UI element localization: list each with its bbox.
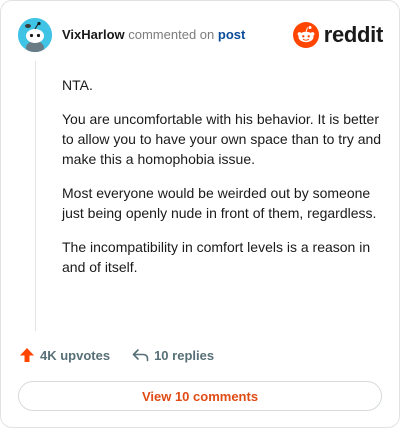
comment-actions: 4K upvotes 10 replies [19, 345, 214, 365]
reply-arrow-icon [132, 349, 149, 362]
reddit-logo[interactable]: reddit [292, 21, 384, 49]
comment-meta: VixHarlow commented on post [62, 27, 245, 43]
replies-button[interactable]: 10 replies [132, 348, 214, 363]
comment-paragraph: NTA. [62, 77, 93, 93]
replies-count: 10 replies [154, 347, 215, 363]
upvote-arrow-icon [20, 348, 34, 362]
comment-paragraph: Most everyone would be weirded out by so… [62, 185, 377, 221]
action-text: commented on [128, 27, 215, 42]
comment-header: VixHarlow commented on post reddit [18, 18, 383, 52]
snoo-avatar-icon [18, 18, 52, 52]
upvote-count: 4K upvotes [40, 347, 111, 363]
comment-body: NTA. You are uncomfortable with his beha… [62, 75, 382, 291]
reddit-snoo-icon [292, 22, 319, 48]
thread-line [35, 61, 36, 331]
logo-text: reddit [323, 22, 384, 47]
user-avatar[interactable] [18, 18, 52, 52]
comment-card: VixHarlow commented on post reddit NTA. … [0, 0, 400, 428]
comment-paragraph: The incompatibility in comfort levels is… [62, 239, 371, 275]
comment-paragraph: You are uncomfortable with his behavior.… [62, 111, 382, 167]
view-comments-button[interactable]: View 10 comments [18, 381, 382, 411]
post-link[interactable]: post [218, 27, 245, 42]
upvote-button[interactable]: 4K upvotes [19, 347, 110, 363]
username[interactable]: VixHarlow [62, 27, 125, 42]
